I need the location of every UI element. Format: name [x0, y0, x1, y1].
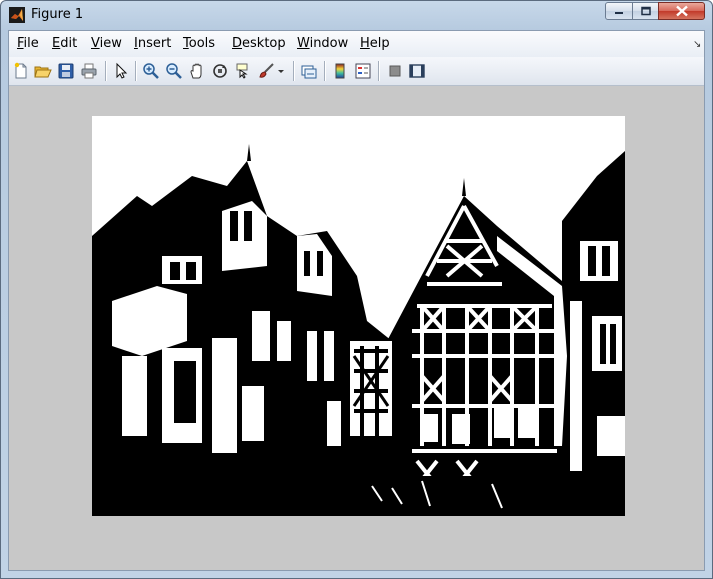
figure-client-area: File Edit View Insert Tools Desktop Wind…: [8, 30, 705, 571]
menu-help[interactable]: Help: [360, 36, 390, 51]
menu-window[interactable]: Window: [297, 36, 348, 51]
print-icon[interactable]: [80, 62, 98, 80]
menu-desktop[interactable]: Desktop: [232, 36, 286, 51]
save-icon[interactable]: [57, 62, 75, 80]
new-figure-icon[interactable]: [12, 62, 30, 80]
toolbar-separator: [105, 61, 106, 81]
toolbar-separator: [135, 61, 136, 81]
figure-window: Figure 1 File Edit View Insert Tools Des…: [0, 0, 713, 579]
figure-toolbar: [9, 57, 704, 86]
brush-dropdown-icon[interactable]: [277, 62, 285, 80]
title-bar[interactable]: Figure 1: [1, 1, 712, 29]
zoom-out-icon[interactable]: [165, 62, 183, 80]
edit-plot-arrow-icon[interactable]: [112, 62, 130, 80]
thresholded-photo-graphic: [92, 116, 625, 516]
matlab-logo-icon: [9, 7, 25, 23]
menu-insert[interactable]: Insert: [134, 36, 171, 51]
menu-view[interactable]: View: [91, 36, 122, 51]
maximize-icon: [640, 6, 651, 16]
figure-canvas[interactable]: [9, 86, 704, 570]
minimize-icon: [615, 12, 623, 14]
brush-icon[interactable]: [257, 62, 275, 80]
link-plot-icon[interactable]: [300, 62, 318, 80]
menu-tools[interactable]: Tools: [183, 36, 215, 51]
data-cursor-icon[interactable]: [234, 62, 252, 80]
menu-bar: File Edit View Insert Tools Desktop Wind…: [9, 31, 704, 58]
close-icon: [675, 5, 688, 17]
close-button[interactable]: [658, 2, 705, 20]
toolbar-separator: [293, 61, 294, 81]
binary-house-image[interactable]: [92, 116, 625, 516]
menu-edit[interactable]: Edit: [52, 36, 77, 51]
maximize-button[interactable]: [632, 2, 659, 20]
hide-plot-tools-icon[interactable]: [386, 62, 404, 80]
toolbar-separator: [324, 61, 325, 81]
pan-hand-icon[interactable]: [188, 62, 206, 80]
window-title: Figure 1: [31, 7, 84, 22]
minimize-button[interactable]: [605, 2, 633, 20]
arrow-down-right-icon[interactable]: ↘: [693, 39, 701, 50]
menu-file[interactable]: File: [17, 36, 39, 51]
insert-colorbar-icon[interactable]: [331, 62, 349, 80]
insert-legend-icon[interactable]: [354, 62, 372, 80]
open-file-icon[interactable]: [34, 62, 52, 80]
show-plot-tools-icon[interactable]: [408, 62, 426, 80]
rotate-3d-icon[interactable]: [211, 62, 229, 80]
toolbar-separator: [378, 61, 379, 81]
zoom-in-icon[interactable]: [142, 62, 160, 80]
